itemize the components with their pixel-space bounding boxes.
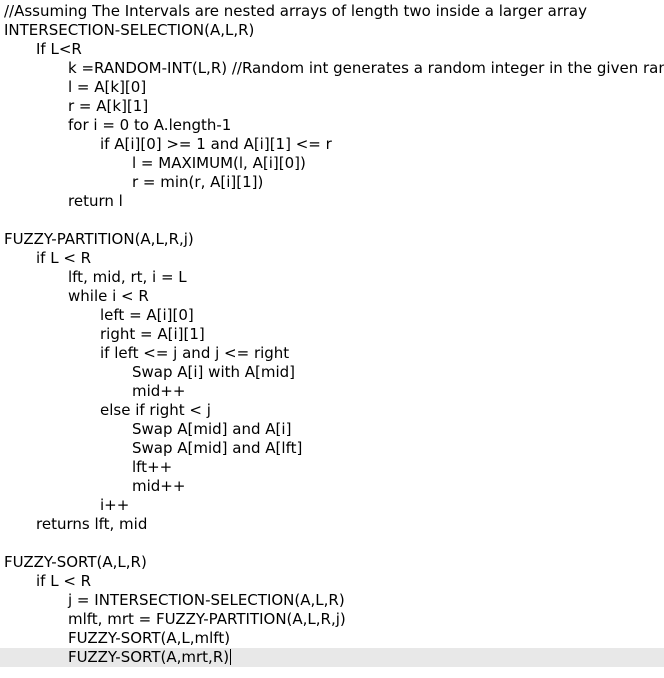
code-text: left = A[i][0] [100,306,194,324]
code-line[interactable]: returns lft, mid [0,515,664,534]
code-line[interactable]: FUZZY-SORT(A,L,mlft) [0,629,664,648]
code-text: Swap A[mid] and A[i] [132,420,292,438]
code-text: r = A[k][1] [68,97,149,115]
code-text: i++ [100,496,130,514]
code-text: Swap A[i] with A[mid] [132,363,296,381]
code-line[interactable]: l = A[k][0] [0,78,664,97]
code-line[interactable] [0,534,664,553]
code-text: right = A[i][1] [100,325,205,343]
code-text: lft, mid, rt, i = L [68,268,187,286]
code-text: while i < R [68,287,149,305]
code-line[interactable]: lft, mid, rt, i = L [0,268,664,287]
code-text: l = A[k][0] [68,78,147,96]
code-line[interactable]: FUZZY-PARTITION(A,L,R,j) [0,230,664,249]
code-line[interactable]: If L<R [0,40,664,59]
code-text: k =RANDOM-INT(L,R) //Random int generate… [68,59,664,77]
code-line[interactable]: if left <= j and j <= right [0,344,664,363]
code-line[interactable]: Swap A[i] with A[mid] [0,363,664,382]
code-line[interactable]: Swap A[mid] and A[lft] [0,439,664,458]
code-line[interactable]: mid++ [0,477,664,496]
code-text: lft++ [132,458,173,476]
code-text: else if right < j [100,401,211,419]
code-text: if L < R [36,249,92,267]
code-line[interactable]: mid++ [0,382,664,401]
code-line[interactable] [0,211,664,230]
code-line[interactable]: if L < R [0,249,664,268]
code-text: //Assuming The Intervals are nested arra… [4,2,587,20]
code-line[interactable]: INTERSECTION-SELECTION(A,L,R) [0,21,664,40]
code-line[interactable]: else if right < j [0,401,664,420]
code-text: mid++ [132,477,186,495]
code-line[interactable]: j = INTERSECTION-SELECTION(A,L,R) [0,591,664,610]
code-line[interactable]: for i = 0 to A.length-1 [0,116,664,135]
code-text: returns lft, mid [36,515,148,533]
code-text: l = MAXIMUM(l, A[i][0]) [132,154,306,172]
code-text: mid++ [132,382,186,400]
code-text: FUZZY-SORT(A,mrt,R) [68,648,230,666]
code-text: FUZZY-SORT(A,L,R) [4,553,147,571]
code-text: Swap A[mid] and A[lft] [132,439,303,457]
code-text: FUZZY-PARTITION(A,L,R,j) [4,230,194,248]
code-line[interactable]: if L < R [0,572,664,591]
code-text: FUZZY-SORT(A,L,mlft) [68,629,231,647]
code-text: for i = 0 to A.length-1 [68,116,232,134]
code-text: mlft, mrt = FUZZY-PARTITION(A,L,R,j) [68,610,346,628]
code-line[interactable]: if A[i][0] >= 1 and A[i][1] <= r [0,135,664,154]
code-text: return l [68,192,123,210]
code-line[interactable]: left = A[i][0] [0,306,664,325]
code-text: r = min(r, A[i][1]) [132,173,264,191]
code-line[interactable]: Swap A[mid] and A[i] [0,420,664,439]
code-line[interactable]: right = A[i][1] [0,325,664,344]
code-text: if L < R [36,572,92,590]
code-text: If L<R [36,40,82,58]
code-line[interactable]: k =RANDOM-INT(L,R) //Random int generate… [0,59,664,78]
code-text: INTERSECTION-SELECTION(A,L,R) [4,21,255,39]
code-line[interactable]: r = min(r, A[i][1]) [0,173,664,192]
text-editor[interactable]: //Assuming The Intervals are nested arra… [0,2,664,667]
code-line[interactable]: i++ [0,496,664,515]
code-line[interactable]: mlft, mrt = FUZZY-PARTITION(A,L,R,j) [0,610,664,629]
code-line[interactable]: r = A[k][1] [0,97,664,116]
code-line[interactable]: //Assuming The Intervals are nested arra… [0,2,664,21]
text-caret [230,649,232,665]
code-line[interactable]: while i < R [0,287,664,306]
code-line-active[interactable]: FUZZY-SORT(A,mrt,R) [0,648,664,667]
code-text: if A[i][0] >= 1 and A[i][1] <= r [100,135,332,153]
code-line[interactable]: lft++ [0,458,664,477]
code-text: j = INTERSECTION-SELECTION(A,L,R) [68,591,345,609]
code-line[interactable]: FUZZY-SORT(A,L,R) [0,553,664,572]
code-line[interactable]: return l [0,192,664,211]
code-line[interactable]: l = MAXIMUM(l, A[i][0]) [0,154,664,173]
code-text: if left <= j and j <= right [100,344,290,362]
